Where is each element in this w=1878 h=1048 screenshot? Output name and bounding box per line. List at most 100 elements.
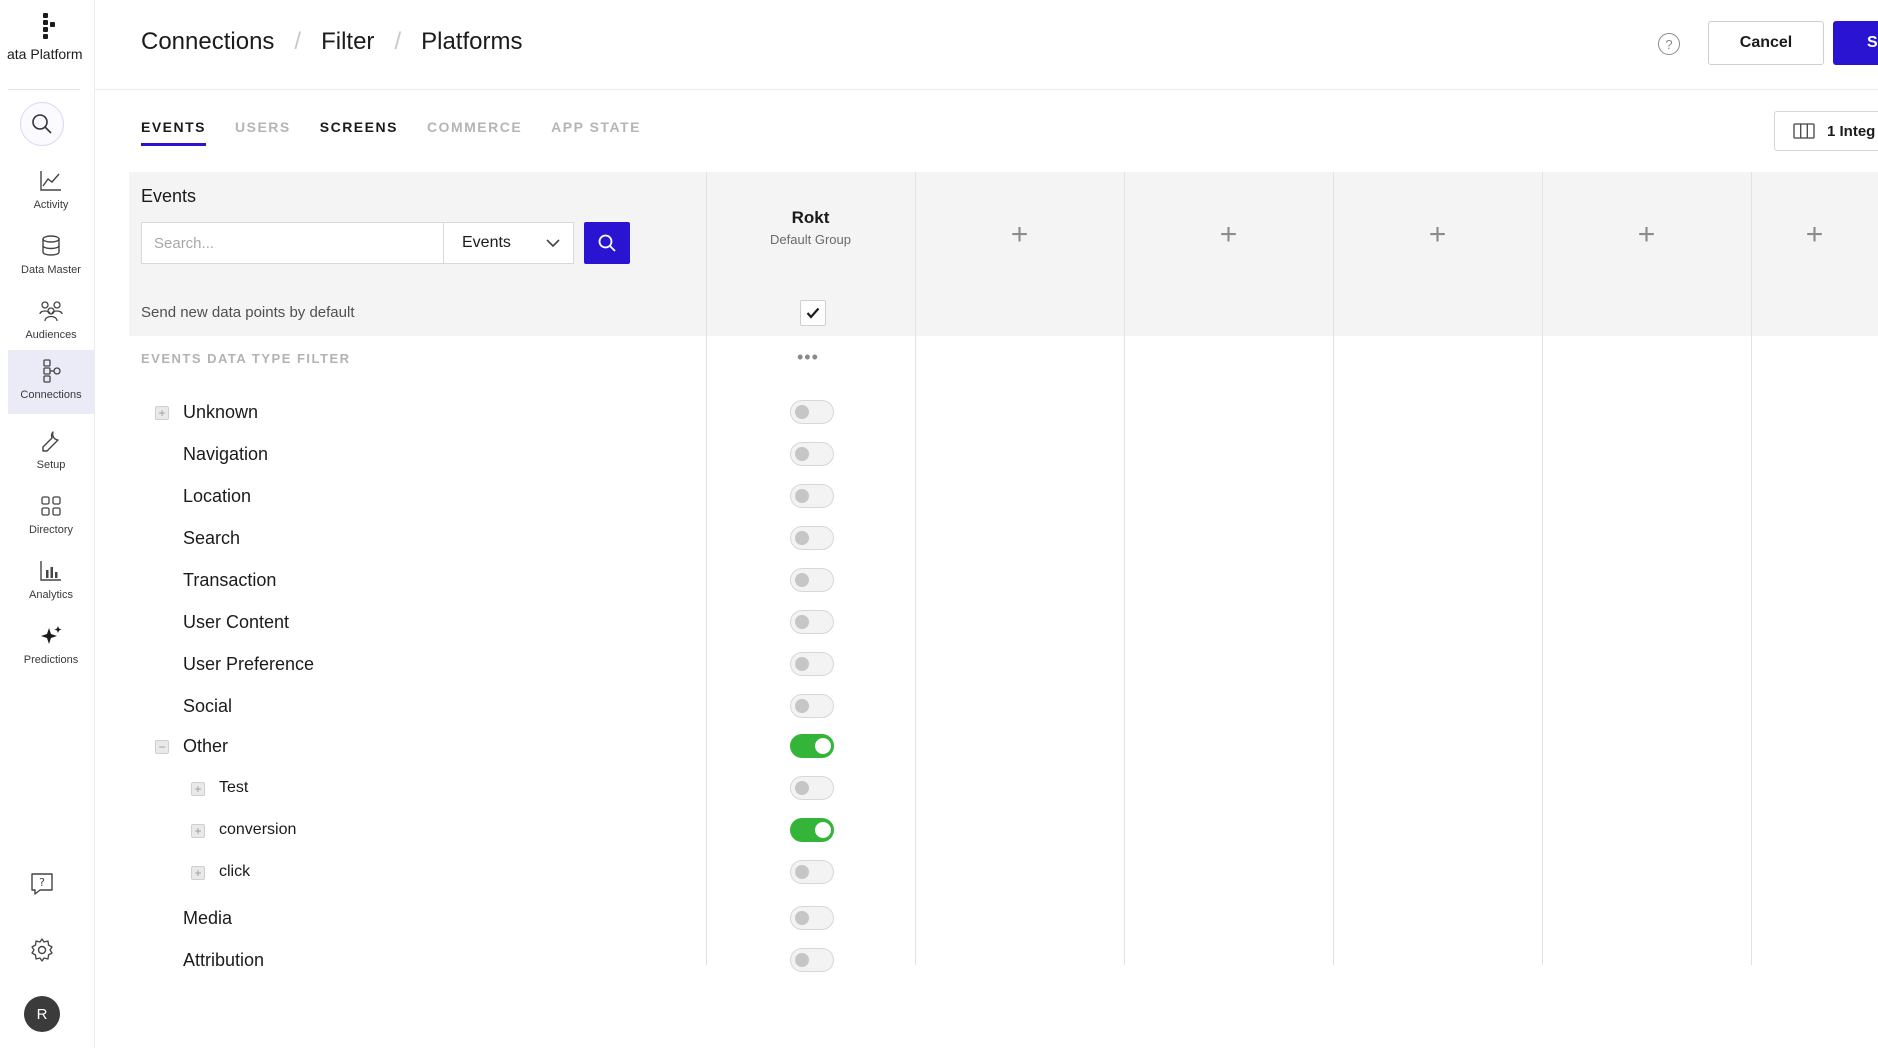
toggle-knob: [795, 865, 809, 879]
event-row: User Content: [129, 604, 709, 644]
breadcrumb-connections[interactable]: Connections: [141, 28, 274, 56]
event-label: Social: [183, 696, 233, 716]
cancel-button[interactable]: Cancel: [1708, 21, 1824, 65]
event-toggle[interactable]: [790, 948, 834, 972]
event-toggle[interactable]: [790, 906, 834, 930]
event-toggle[interactable]: [790, 442, 834, 466]
event-toggle[interactable]: [790, 694, 834, 718]
tab-users[interactable]: USERS: [235, 119, 291, 146]
expand-icon[interactable]: +: [191, 782, 205, 796]
sidebar-divider: [8, 89, 80, 90]
column-header-rokt[interactable]: Rokt Default Group: [706, 208, 915, 247]
default-label: Send new data points by default: [141, 304, 355, 321]
column-divider: [1124, 172, 1125, 965]
event-toggle[interactable]: [790, 484, 834, 508]
sidebar-item-label: Audiences: [25, 329, 77, 341]
event-toggle[interactable]: [790, 776, 834, 800]
data-type-tabs: EVENTS USERS SCREENS COMMERCE APP STATE: [141, 119, 641, 146]
add-connection-button[interactable]: +: [1751, 218, 1878, 252]
logo-icon: [42, 13, 55, 39]
event-label: Test: [219, 779, 249, 796]
sidebar-item-audiences[interactable]: Audiences: [8, 290, 94, 352]
toggle-knob: [815, 822, 831, 838]
sparkle-icon: [41, 626, 62, 644]
event-toggle[interactable]: [790, 652, 834, 676]
filter-grid: Send new data points by default Events S…: [129, 172, 1878, 972]
event-type-select[interactable]: Events: [443, 222, 574, 264]
breadcrumb-separator: /: [294, 28, 302, 55]
avatar[interactable]: R: [24, 996, 60, 1032]
global-search-button[interactable]: [20, 102, 64, 146]
select-value: Events: [462, 234, 511, 251]
send-by-default-checkbox[interactable]: [800, 300, 826, 326]
search-button[interactable]: [584, 222, 630, 264]
add-connection-button[interactable]: +: [1542, 218, 1751, 252]
brand[interactable]: ata Platform: [0, 12, 95, 62]
event-label: Other: [183, 736, 229, 756]
analytics-icon: [40, 561, 61, 581]
toggle-knob: [795, 615, 809, 629]
add-connection-button[interactable]: +: [915, 218, 1124, 252]
column-divider: [1751, 172, 1752, 965]
help-chat-icon: ?: [31, 873, 53, 895]
event-toggle[interactable]: [790, 400, 834, 424]
help-center-button[interactable]: ?: [26, 868, 58, 900]
more-options-icon[interactable]: •••: [797, 347, 819, 368]
event-toggle[interactable]: [790, 610, 834, 634]
audiences-icon: [39, 301, 63, 322]
activity-icon: [40, 171, 61, 191]
add-connection-button[interactable]: +: [1124, 218, 1333, 252]
event-row: Social: [129, 688, 709, 728]
tab-commerce[interactable]: COMMERCE: [427, 119, 522, 146]
tab-screens[interactable]: SCREENS: [320, 119, 398, 146]
connections-icon: [43, 359, 61, 383]
chevron-down-icon: [546, 239, 560, 248]
grid-icon: [41, 496, 61, 516]
event-label: Attribution: [183, 950, 265, 970]
event-row: Media: [129, 900, 709, 940]
settings-button[interactable]: [26, 934, 58, 966]
event-label: Transaction: [183, 570, 277, 590]
save-button[interactable]: S: [1833, 21, 1878, 65]
sidebar-item-label: Analytics: [28, 589, 74, 601]
event-toggle[interactable]: [790, 568, 834, 592]
event-label: conversion: [219, 821, 297, 838]
column-divider: [915, 172, 916, 965]
event-label: Media: [183, 908, 233, 928]
filter-section-label: EVENTS DATA TYPE FILTER: [141, 351, 351, 366]
expand-icon[interactable]: +: [191, 866, 205, 880]
event-row: Search: [129, 520, 709, 560]
event-label: User Preference: [183, 654, 315, 674]
event-row: Attribution: [129, 942, 709, 982]
breadcrumb-filter[interactable]: Filter: [321, 28, 374, 56]
event-toggle[interactable]: [790, 734, 834, 758]
toggle-knob: [795, 953, 809, 967]
sidebar-item-activity[interactable]: Activity: [8, 160, 94, 222]
event-toggle[interactable]: [790, 860, 834, 884]
sidebar-item-analytics[interactable]: Analytics: [8, 550, 94, 612]
event-toggle[interactable]: [790, 526, 834, 550]
brand-name: ata Platform: [7, 46, 83, 62]
tab-app-state[interactable]: APP STATE: [551, 119, 641, 146]
expand-icon[interactable]: +: [191, 824, 205, 838]
collapse-icon[interactable]: −: [155, 740, 169, 754]
sidebar-item-predictions[interactable]: Predictions: [8, 615, 94, 677]
sidebar-item-connections[interactable]: Connections: [8, 350, 94, 414]
toggle-knob: [795, 447, 809, 461]
sidebar-item-data-master[interactable]: Data Master: [8, 225, 94, 287]
search-input[interactable]: Search...: [141, 222, 444, 264]
add-connection-button[interactable]: +: [1333, 218, 1542, 252]
columns-icon: [1793, 123, 1815, 139]
tab-events[interactable]: EVENTS: [141, 119, 207, 146]
integrations-button[interactable]: 1 Integ: [1774, 111, 1878, 151]
sidebar-item-directory[interactable]: Directory: [8, 485, 94, 547]
expand-icon[interactable]: +: [155, 406, 169, 420]
help-icon[interactable]: ?: [1658, 33, 1680, 55]
event-row: + Unknown: [129, 394, 709, 434]
breadcrumb: Connections / Filter / Platforms: [141, 28, 522, 56]
column-name: Rokt: [791, 208, 830, 227]
default-row: Send new data points by default: [129, 288, 1878, 336]
sidebar-item-setup[interactable]: Setup: [8, 420, 94, 482]
toggle-knob: [795, 531, 809, 545]
event-toggle[interactable]: [790, 818, 834, 842]
